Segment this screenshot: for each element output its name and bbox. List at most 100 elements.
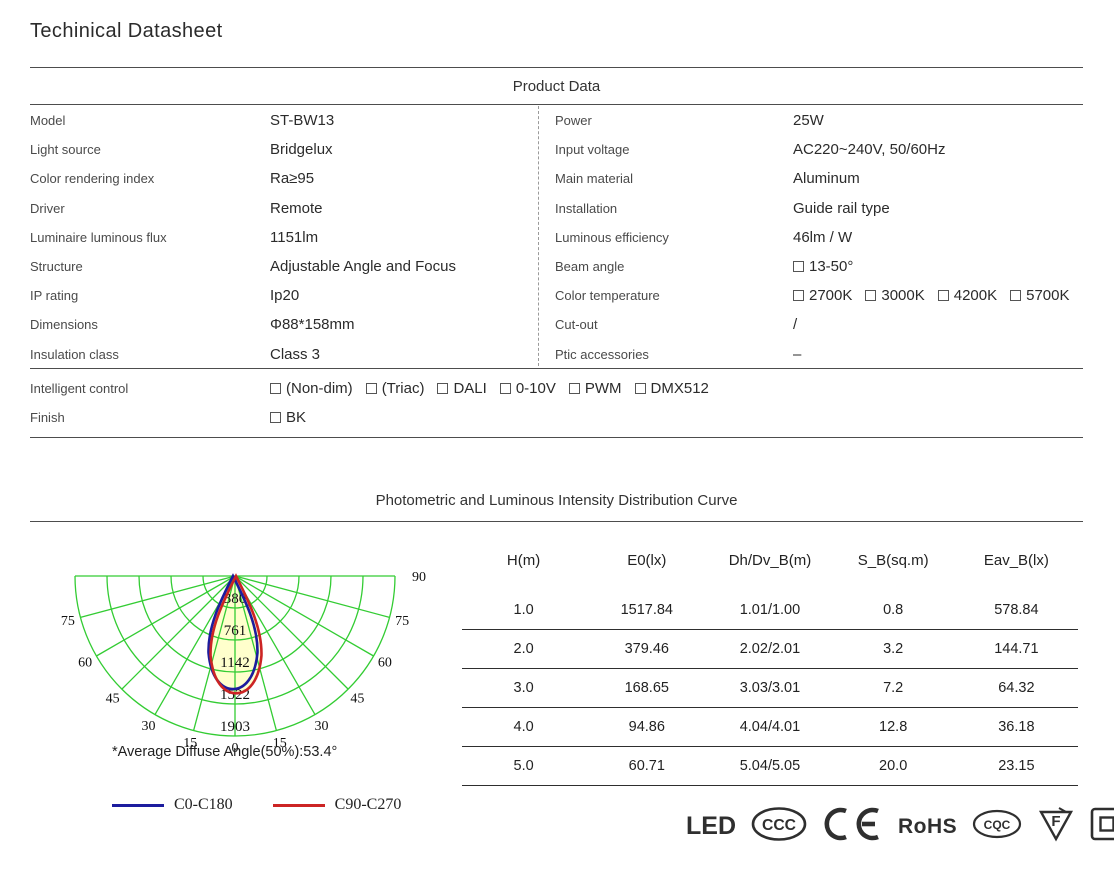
legend-line-icon bbox=[273, 804, 325, 807]
polar-intensity-chart: 3807611142152219030151530304545606075759… bbox=[58, 548, 443, 754]
column-header: E0(lx) bbox=[585, 550, 708, 591]
checkbox-option-label: 2700K bbox=[809, 287, 852, 304]
spec-value: (Non-dim)(Triac)DALI0-10VPWMDMX512 bbox=[270, 380, 709, 397]
spec-row: Beam angle 13-50° bbox=[555, 252, 1083, 281]
checkbox-option-label: 0-10V bbox=[516, 380, 556, 397]
checkbox-option: DMX512 bbox=[635, 380, 709, 397]
spec-row: Input voltageAC220~240V, 50/60Hz bbox=[555, 135, 1083, 164]
spec-value: AC220~240V, 50/60Hz bbox=[793, 141, 945, 158]
datasheet-page: Techinical Datasheet Product Data ModelS… bbox=[0, 0, 1114, 872]
column-header: H(m) bbox=[462, 550, 585, 591]
checkbox-option: 13-50° bbox=[793, 258, 853, 275]
spec-label: Dimensions bbox=[30, 317, 270, 332]
spec-label: Beam angle bbox=[555, 259, 793, 274]
spec-value: – bbox=[793, 346, 801, 363]
product-data-section-title: Product Data bbox=[30, 78, 1083, 95]
spec-label: Cut-out bbox=[555, 317, 793, 332]
checkbox-icon bbox=[270, 383, 281, 394]
page-title: Techinical Datasheet bbox=[30, 20, 223, 43]
spec-label: Ptic accessories bbox=[555, 347, 793, 362]
checkbox-icon bbox=[635, 383, 646, 394]
average-diffuse-angle-caption: *Average Diffuse Angle(50%):53.4° bbox=[112, 744, 337, 760]
angle-label: 60 bbox=[78, 656, 92, 671]
spec-value: 25W bbox=[793, 112, 824, 129]
spec-value: BK bbox=[270, 409, 306, 426]
checkbox-option: (Non-dim) bbox=[270, 380, 353, 397]
table-cell: 144.71 bbox=[955, 630, 1078, 669]
spec-value: Ra≥95 bbox=[270, 170, 314, 187]
spec-value: Ip20 bbox=[270, 287, 299, 304]
spec-row: Power25W bbox=[555, 106, 1083, 135]
angle-label: 75 bbox=[61, 614, 75, 629]
checkbox-icon bbox=[270, 412, 281, 423]
spec-value: 2700K3000K4200K5700K bbox=[793, 287, 1070, 304]
table-cell: 5.04/5.05 bbox=[708, 747, 831, 786]
grid-radial-line bbox=[80, 576, 235, 617]
table-cell: 36.18 bbox=[955, 708, 1078, 747]
divider bbox=[30, 521, 1083, 522]
spec-row: Insulation classClass 3 bbox=[30, 340, 530, 369]
table-row: 5.060.715.04/5.0520.023.15 bbox=[462, 747, 1078, 786]
svg-text:F: F bbox=[1052, 813, 1061, 830]
table-cell: 64.32 bbox=[955, 669, 1078, 708]
checkbox-icon bbox=[793, 261, 804, 272]
checkbox-option: BK bbox=[270, 409, 306, 426]
spec-label: Color rendering index bbox=[30, 171, 270, 186]
table-cell: 4.0 bbox=[462, 708, 585, 747]
spec-value: Remote bbox=[270, 200, 323, 217]
checkbox-option-label: 5700K bbox=[1026, 287, 1069, 304]
spec-label: IP rating bbox=[30, 288, 270, 303]
spec-column-right: Power25WInput voltageAC220~240V, 50/60Hz… bbox=[555, 106, 1083, 369]
spec-label: Luminaire luminous flux bbox=[30, 230, 270, 245]
table-cell: 2.0 bbox=[462, 630, 585, 669]
spec-row: InstallationGuide rail type bbox=[555, 194, 1083, 223]
control-rows: Intelligent control(Non-dim) (Triac) DALI 0… bbox=[30, 374, 1083, 432]
table-cell: 168.65 bbox=[585, 669, 708, 708]
checkbox-option: DALI bbox=[437, 380, 486, 397]
spec-row: ModelST-BW13 bbox=[30, 106, 530, 135]
cqc-certification-icon: CQC bbox=[971, 807, 1023, 846]
divider bbox=[30, 368, 1083, 369]
spec-value: 1151lm bbox=[270, 229, 318, 246]
svg-text:CCC: CCC bbox=[762, 817, 796, 834]
double-insulation-icon bbox=[1089, 806, 1114, 847]
column-header: S_B(sq.m) bbox=[832, 550, 955, 591]
spec-label: Intelligent control bbox=[30, 381, 270, 396]
table-row: 1.01517.841.01/1.000.8578.84 bbox=[462, 591, 1078, 630]
rohs-mark: RoHS bbox=[898, 815, 957, 839]
checkbox-option-label: (Triac) bbox=[382, 380, 425, 397]
spec-row: Light sourceBridgelux bbox=[30, 135, 530, 164]
angle-label: 45 bbox=[106, 691, 120, 706]
legend-line-icon bbox=[112, 804, 164, 807]
checkbox-option-label: 13-50° bbox=[809, 258, 853, 275]
table-row: 4.094.864.04/4.0112.836.18 bbox=[462, 708, 1078, 747]
angle-label: 90 bbox=[412, 570, 426, 585]
angle-label: 30 bbox=[142, 719, 156, 734]
spec-row: Color temperature2700K3000K4200K5700K bbox=[555, 281, 1083, 310]
table-cell: 20.0 bbox=[832, 747, 955, 786]
divider bbox=[30, 437, 1083, 438]
spec-value: / bbox=[793, 316, 797, 333]
angle-label: 75 bbox=[395, 614, 409, 629]
table-cell: 5.0 bbox=[462, 747, 585, 786]
ring-label: 1142 bbox=[220, 655, 249, 671]
table-cell: 60.71 bbox=[585, 747, 708, 786]
checkbox-icon bbox=[366, 383, 377, 394]
checkbox-icon bbox=[938, 290, 949, 301]
table-cell: 1.01/1.00 bbox=[708, 591, 831, 630]
checkbox-option: 0-10V bbox=[500, 380, 556, 397]
checkbox-option-label: DALI bbox=[453, 380, 486, 397]
chart-legend: C0-C180C90-C270 bbox=[112, 796, 401, 814]
legend-label: C90-C270 bbox=[335, 796, 402, 814]
spec-label: Model bbox=[30, 113, 270, 128]
spec-row: IP ratingIp20 bbox=[30, 281, 530, 310]
checkbox-icon bbox=[793, 290, 804, 301]
column-header: Dh/Dv_B(m) bbox=[708, 550, 831, 591]
spec-row: Luminaire luminous flux1151lm bbox=[30, 223, 530, 252]
spec-row: Luminous efficiency46lm / W bbox=[555, 223, 1083, 252]
legend-item: C90-C270 bbox=[273, 796, 402, 814]
spec-label: Driver bbox=[30, 201, 270, 216]
spec-value: 46lm / W bbox=[793, 229, 852, 246]
checkbox-option-label: 4200K bbox=[954, 287, 997, 304]
checkbox-icon bbox=[437, 383, 448, 394]
